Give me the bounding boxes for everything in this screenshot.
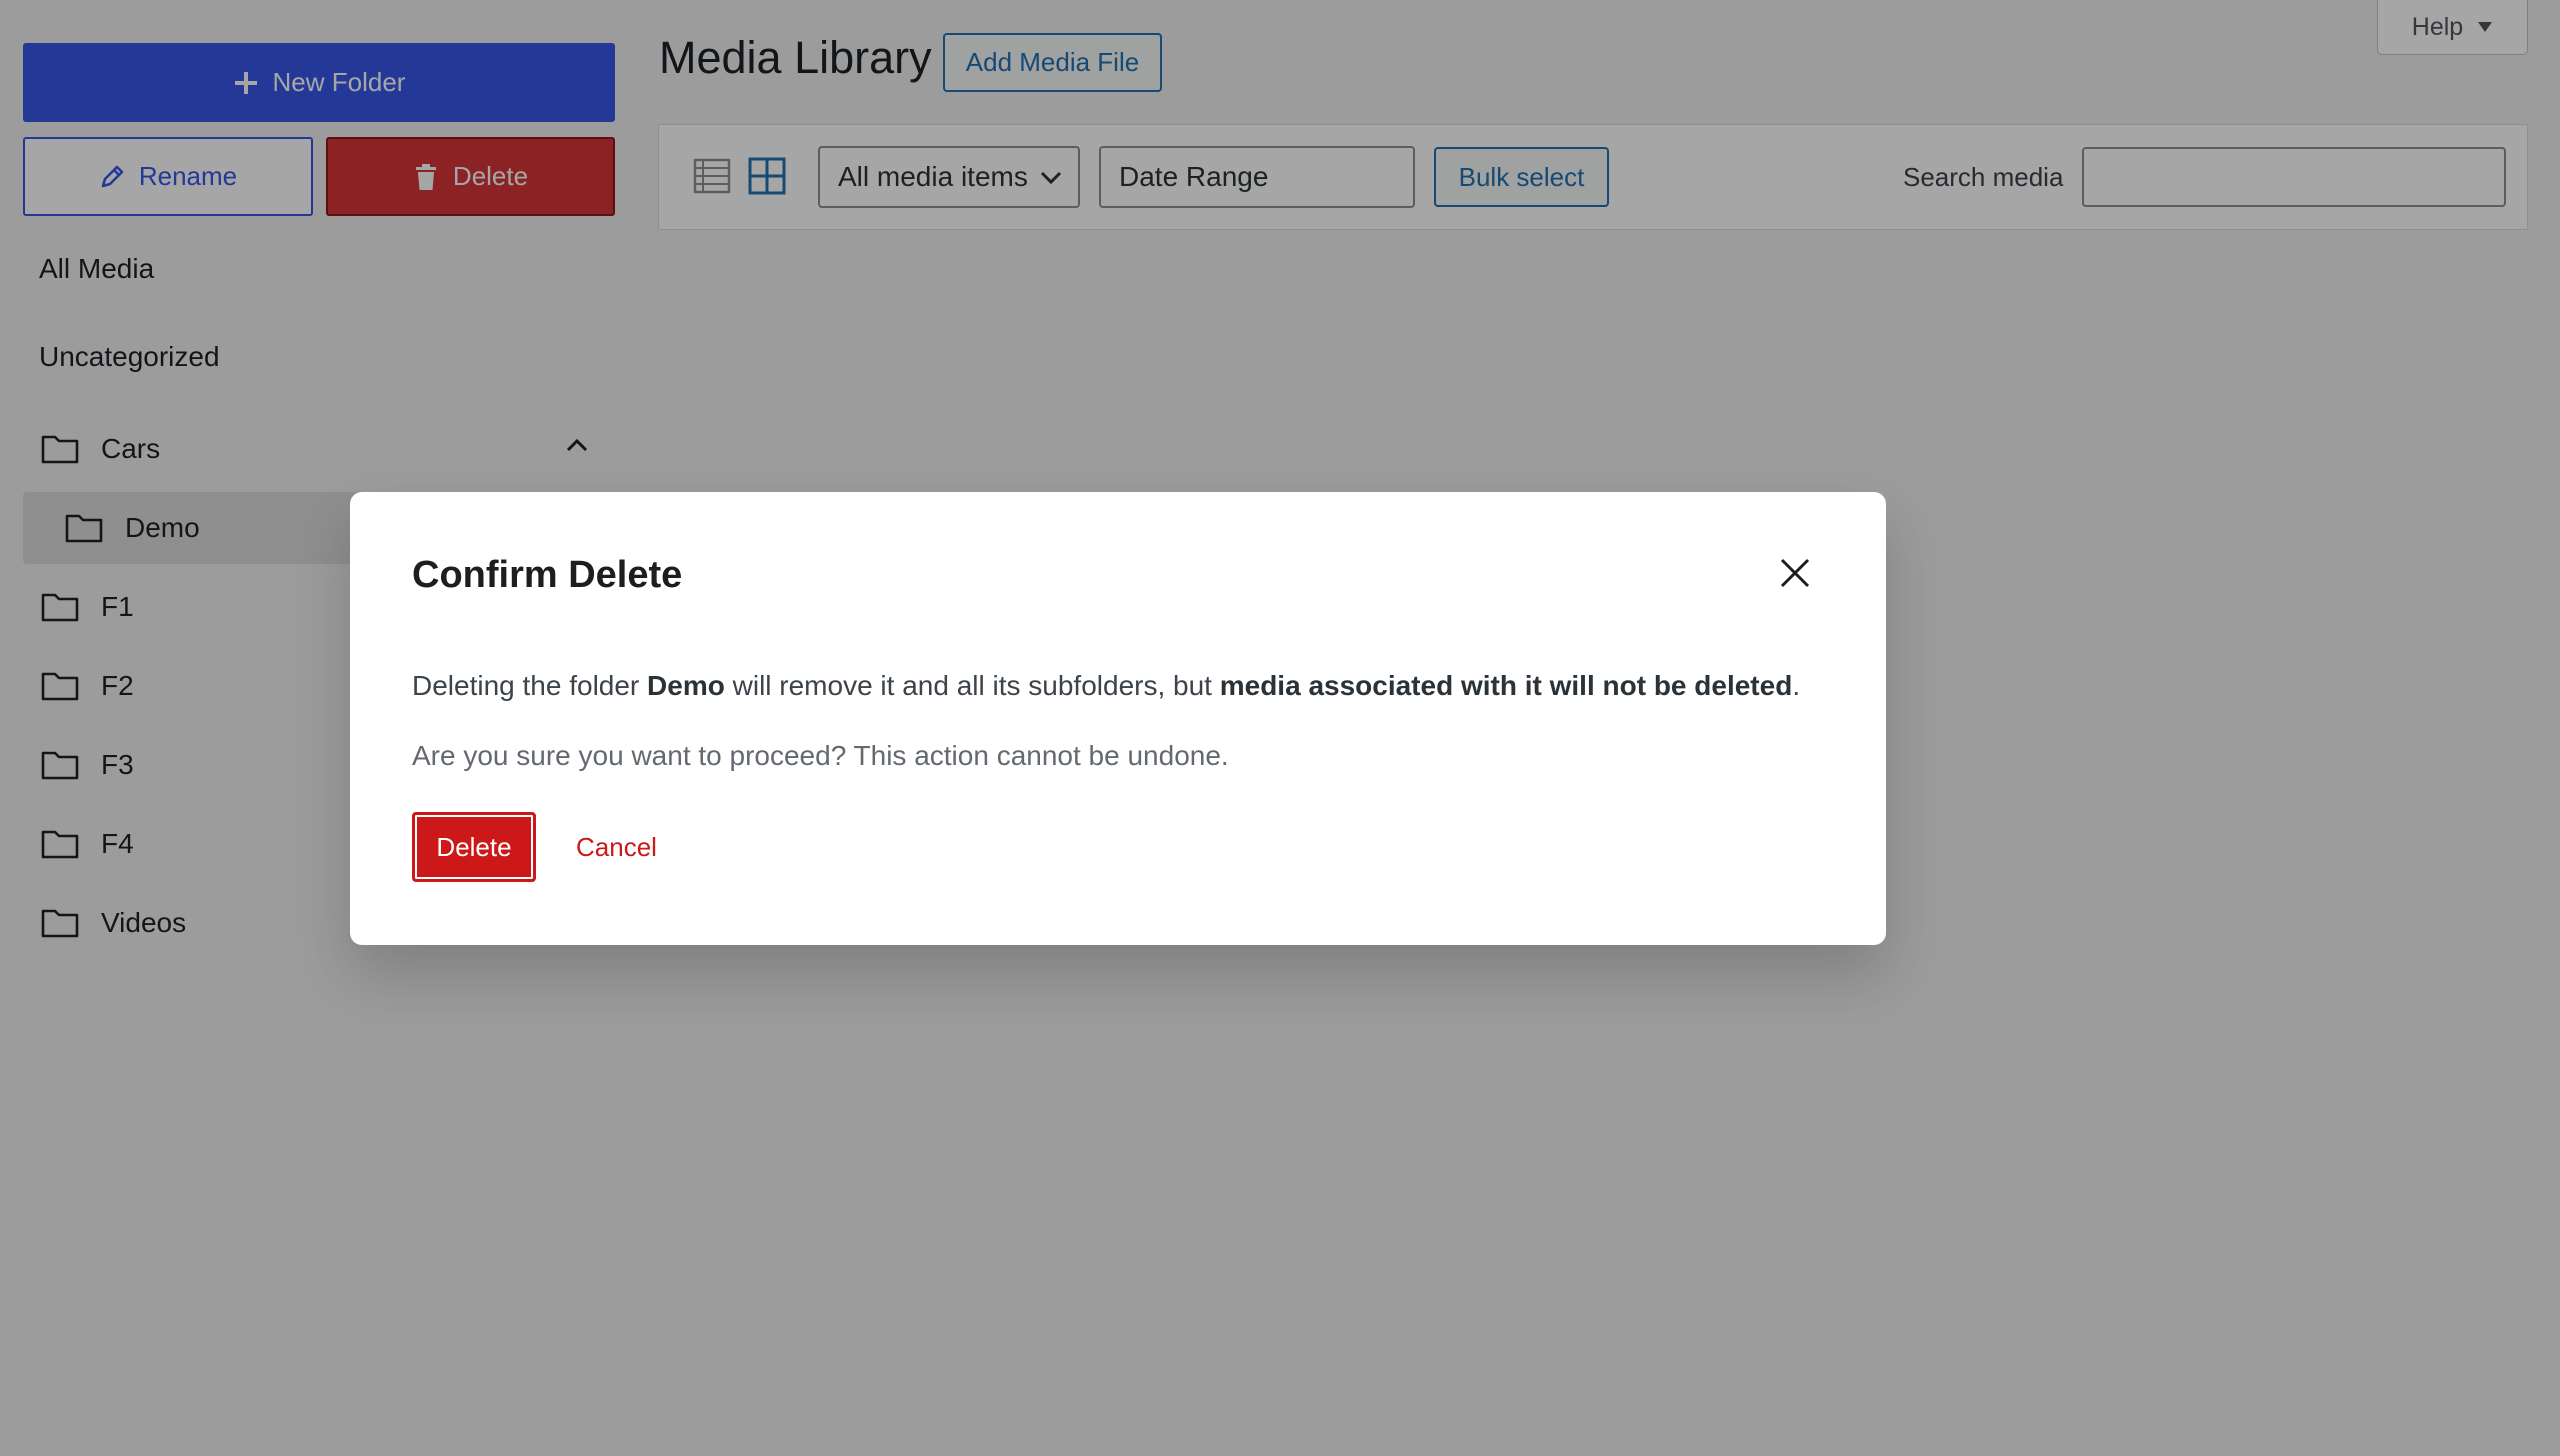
close-icon — [1780, 558, 1810, 588]
dialog-warning: Are you sure you want to proceed? This a… — [412, 740, 1229, 771]
message-text: will remove it and all its subfolders, b… — [724, 670, 1220, 701]
message-text: Deleting the folder — [412, 670, 648, 701]
message-emphasis: media associated with it will not be del… — [1219, 670, 1793, 701]
cancel-button[interactable]: Cancel — [576, 812, 657, 882]
folder-name: Demo — [647, 670, 725, 701]
close-button[interactable] — [1770, 548, 1820, 598]
dialog-title: Confirm Delete — [412, 554, 683, 596]
confirm-delete-dialog: Confirm Delete Deleting the folder Demo … — [350, 492, 1886, 945]
message-text: . — [1792, 670, 1801, 701]
confirm-delete-button[interactable]: Delete — [412, 812, 536, 882]
media-library-app: New Folder Rename Delete All Media Uncat… — [0, 0, 2560, 1456]
dialog-message: Deleting the folder Demo will remove it … — [412, 670, 1800, 702]
